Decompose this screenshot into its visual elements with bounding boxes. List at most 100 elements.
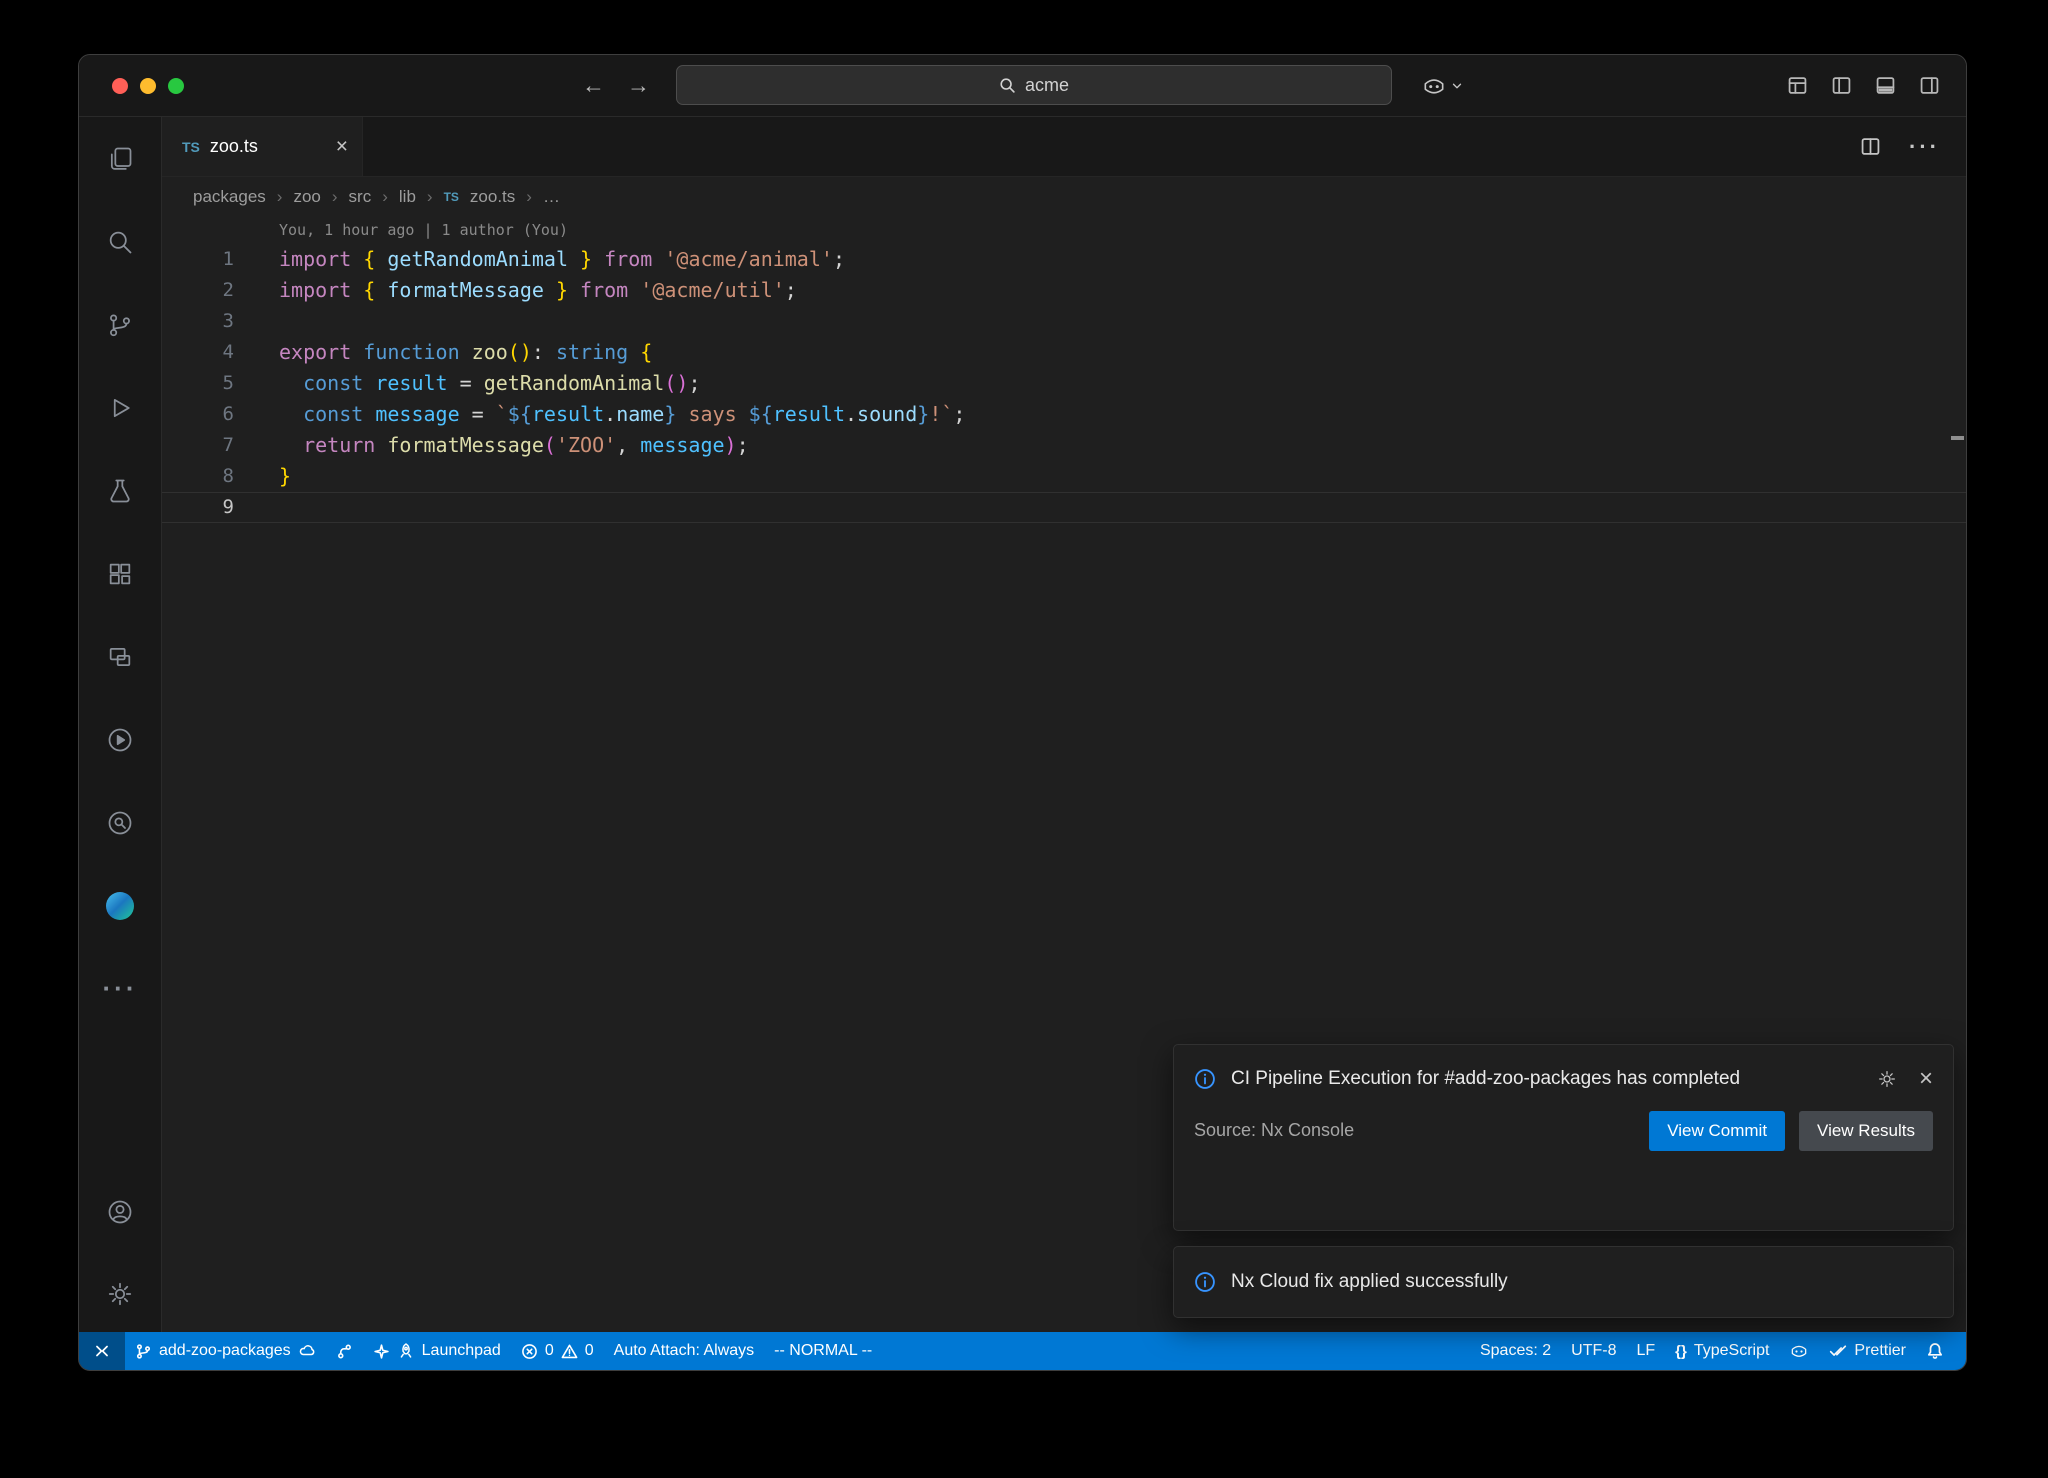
code-text: const message = `${result.name} says ${r… — [234, 399, 965, 430]
copilot-icon — [1789, 1341, 1809, 1361]
indentation-item[interactable]: Spaces: 2 — [1470, 1332, 1561, 1370]
code-line[interactable]: 1import { getRandomAnimal } from '@acme/… — [162, 244, 1966, 275]
typescript-icon: TS — [182, 139, 200, 155]
extensions-icon[interactable] — [79, 532, 161, 615]
notification-settings-gear-icon[interactable] — [1877, 1069, 1897, 1089]
window-controls — [112, 55, 184, 116]
problems-item[interactable]: 0 0 — [511, 1332, 604, 1370]
view-commit-button[interactable]: View Commit — [1649, 1111, 1785, 1151]
notification-message: CI Pipeline Execution for #add-zoo-packa… — [1231, 1065, 1771, 1094]
breadcrumb-item[interactable]: lib — [399, 187, 416, 207]
line-number: 7 — [162, 430, 234, 461]
notification-close-icon[interactable]: × — [1919, 1067, 1933, 1091]
error-count: 0 — [545, 1342, 554, 1360]
language-mode-item[interactable]: {} TypeScript — [1665, 1332, 1779, 1370]
git-branch-item[interactable]: add-zoo-packages — [125, 1332, 326, 1370]
warning-count: 0 — [585, 1342, 594, 1360]
tab-zoo-ts[interactable]: TS zoo.ts × — [162, 117, 363, 176]
code-line[interactable]: 2import { formatMessage } from '@acme/ut… — [162, 275, 1966, 306]
toggle-secondary-sidebar-icon[interactable] — [1919, 75, 1940, 96]
breadcrumb-item[interactable]: zoo — [293, 187, 320, 207]
code-line[interactable]: 5 const result = getRandomAnimal(); — [162, 368, 1966, 399]
launchpad-item[interactable]: Launchpad — [363, 1332, 511, 1370]
breadcrumb-item[interactable]: packages — [193, 187, 266, 207]
close-tab-icon[interactable]: × — [336, 136, 348, 157]
vscode-window: ← → acme — [78, 54, 1967, 1371]
source-control-icon[interactable] — [79, 283, 161, 366]
code-line[interactable]: 4export function zoo(): string { — [162, 337, 1966, 368]
settings-gear-icon[interactable] — [79, 1256, 161, 1332]
line-number: 4 — [162, 337, 234, 368]
eol-item[interactable]: LF — [1626, 1332, 1665, 1370]
indentation-label: Spaces: 2 — [1480, 1342, 1551, 1360]
code-text: import { getRandomAnimal } from '@acme/a… — [234, 244, 845, 275]
view-results-button[interactable]: View Results — [1799, 1111, 1933, 1151]
layout-controls — [1787, 55, 1940, 116]
code-text — [234, 492, 279, 523]
remote-indicator[interactable] — [79, 1332, 125, 1370]
commit-graph-item[interactable] — [326, 1332, 363, 1370]
minimize-window-button[interactable] — [140, 78, 156, 94]
activity-bar: ··· — [79, 117, 162, 1332]
line-number: 1 — [162, 244, 234, 275]
command-center-search[interactable]: acme — [676, 65, 1392, 105]
more-views-icon[interactable]: ··· — [79, 947, 161, 1030]
remote-explorer-icon[interactable] — [79, 615, 161, 698]
code-line[interactable]: 9 — [162, 492, 1966, 523]
launchpad-label: Launchpad — [422, 1342, 501, 1360]
more-actions-icon[interactable]: ··· — [1909, 134, 1940, 160]
formatter-item[interactable]: Prettier — [1819, 1332, 1916, 1370]
account-icon[interactable] — [79, 1174, 161, 1256]
notification-toast: Nx Cloud fix applied successfully — [1173, 1246, 1954, 1318]
notifications-bell-item[interactable] — [1916, 1332, 1954, 1370]
breadcrumb-item[interactable]: src — [349, 187, 372, 207]
copilot-icon — [1421, 73, 1447, 99]
copilot-status-item[interactable] — [1779, 1332, 1819, 1370]
toggle-primary-sidebar-icon[interactable] — [1831, 75, 1852, 96]
branch-name: add-zoo-packages — [159, 1342, 291, 1360]
code-line[interactable]: 8} — [162, 461, 1966, 492]
split-editor-icon[interactable] — [1860, 136, 1881, 157]
chevron-right-icon: › — [526, 187, 532, 207]
code-line[interactable]: 3 — [162, 306, 1966, 337]
editor-actions: ··· — [1860, 117, 1940, 176]
encoding-label: UTF-8 — [1571, 1342, 1616, 1360]
chevron-right-icon: › — [277, 187, 283, 207]
sparkle-icon — [373, 1343, 390, 1360]
close-window-button[interactable] — [112, 78, 128, 94]
gitlens-inspect-icon[interactable] — [79, 781, 161, 864]
tab-label: zoo.ts — [210, 136, 258, 157]
search-query: acme — [1025, 75, 1069, 96]
customize-layout-icon[interactable] — [1787, 75, 1808, 96]
run-debug-icon[interactable] — [79, 366, 161, 449]
code-text: export function zoo(): string { — [234, 337, 652, 368]
chevron-right-icon: › — [332, 187, 338, 207]
breadcrumb-file[interactable]: zoo.ts — [470, 187, 515, 207]
line-number: 3 — [162, 306, 234, 337]
copilot-menu[interactable] — [1421, 55, 1464, 116]
auto-attach-label: Auto Attach: Always — [614, 1342, 755, 1360]
gitlens-blame-annotation[interactable]: You, 1 hour ago | 1 author (You) — [162, 216, 1966, 244]
code-text: import { formatMessage } from '@acme/uti… — [234, 275, 797, 306]
status-bar: add-zoo-packages Launchpad 0 0 Auto Atta… — [79, 1332, 1966, 1370]
forward-button[interactable]: → — [627, 72, 650, 99]
code-line[interactable]: 6 const message = `${result.name} says $… — [162, 399, 1966, 430]
chevron-right-icon: › — [427, 187, 433, 207]
eol-label: LF — [1636, 1342, 1655, 1360]
code-line[interactable]: 7 return formatMessage('ZOO', message); — [162, 430, 1966, 461]
toggle-panel-icon[interactable] — [1875, 75, 1896, 96]
zoom-window-button[interactable] — [168, 78, 184, 94]
notification-source: Source: Nx Console — [1194, 1120, 1354, 1141]
vim-mode-item[interactable]: -- NORMAL -- — [764, 1332, 882, 1370]
back-button[interactable]: ← — [582, 72, 605, 99]
tab-bar: TS zoo.ts × ··· — [162, 117, 1966, 177]
testing-icon[interactable] — [79, 449, 161, 532]
typescript-icon: TS — [444, 190, 459, 204]
search-view-icon[interactable] — [79, 200, 161, 283]
explorer-icon[interactable] — [79, 117, 161, 200]
run-circle-icon[interactable] — [79, 698, 161, 781]
breadcrumb-symbol[interactable]: … — [543, 187, 560, 207]
auto-attach-item[interactable]: Auto Attach: Always — [604, 1332, 765, 1370]
encoding-item[interactable]: UTF-8 — [1561, 1332, 1626, 1370]
edge-browser-icon[interactable] — [79, 864, 161, 947]
